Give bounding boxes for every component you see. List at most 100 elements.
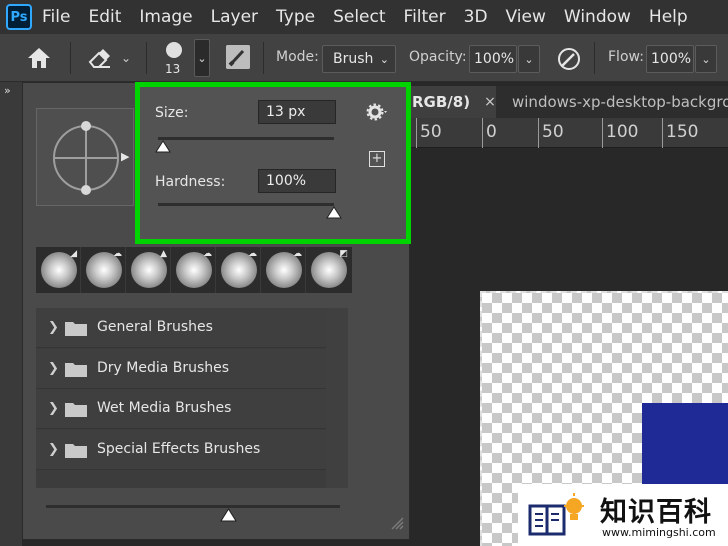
pressure-icon: ◢ xyxy=(70,249,77,259)
menu-layer[interactable]: Layer xyxy=(211,7,258,27)
pressure-opacity-icon[interactable] xyxy=(556,46,582,72)
menu-edit[interactable]: Edit xyxy=(88,7,121,27)
preview-size-slider-thumb[interactable] xyxy=(219,508,237,522)
tab-label: RGB/8) xyxy=(412,93,471,111)
mode-label: Mode: xyxy=(276,49,319,65)
menu-3d[interactable]: 3D xyxy=(464,7,488,27)
brush-tip[interactable]: ☁ xyxy=(216,247,261,293)
ruler-tick xyxy=(538,118,539,148)
folder-general-brushes[interactable]: ❯ General Brushes xyxy=(36,308,326,348)
folder-list-scrollbar[interactable] xyxy=(326,308,348,488)
home-icon[interactable] xyxy=(26,46,52,70)
options-separator xyxy=(263,42,264,74)
tab-label: windows-xp-desktop-backgro xyxy=(512,93,728,111)
chevron-right-icon[interactable]: ❯ xyxy=(48,320,59,335)
brush-tip[interactable]: ☁ xyxy=(171,247,216,293)
hardness-label: Hardness: xyxy=(155,174,226,190)
flow-chevron-down-icon[interactable]: ⌄ xyxy=(695,45,717,73)
brush-angle-preview[interactable] xyxy=(36,108,134,206)
new-preset-button[interactable]: + xyxy=(369,151,385,167)
brush-size-number: 13 xyxy=(165,62,181,76)
options-separator xyxy=(594,42,595,74)
ruler-label: 0 xyxy=(486,122,497,142)
airbrush-icon: ☁ xyxy=(293,249,302,259)
flow-input[interactable]: 100% xyxy=(646,45,694,73)
options-separator xyxy=(70,42,71,74)
menu-file[interactable]: File xyxy=(42,7,70,27)
hardness-input[interactable]: 100% xyxy=(258,169,336,193)
tab-windows-xp-desktop[interactable]: windows-xp-desktop-backgro xyxy=(504,86,728,118)
flow-label: Flow: xyxy=(608,49,644,65)
chevron-right-icon[interactable]: ❯ xyxy=(48,401,59,416)
ruler-tick xyxy=(482,118,483,148)
hardness-slider-track[interactable] xyxy=(158,203,334,206)
eraser-tool-icon[interactable] xyxy=(86,46,114,70)
expand-panel-icon[interactable]: » xyxy=(4,84,11,97)
book-lightbulb-logo-icon xyxy=(528,493,584,536)
ruler-label: 150 xyxy=(666,122,699,142)
menu-type[interactable]: Type xyxy=(276,7,315,27)
folder-wet-media-brushes[interactable]: ❯ Wet Media Brushes xyxy=(36,389,326,429)
tool-preset-chevron-down-icon[interactable]: ⌄ xyxy=(121,51,131,65)
chevron-right-icon[interactable]: ❯ xyxy=(48,361,59,376)
brush-tip[interactable]: ▲ xyxy=(126,247,171,293)
menu-window[interactable]: Window xyxy=(564,7,631,27)
chevron-right-icon[interactable]: ❯ xyxy=(48,442,59,457)
size-slider-track[interactable] xyxy=(158,137,334,140)
photoshop-logo[interactable]: Ps xyxy=(6,4,32,30)
watermark: 知识百科 www.mimingshi.com xyxy=(518,484,728,546)
brush-tip[interactable]: ◩ xyxy=(306,247,351,293)
ruler-tick xyxy=(662,118,663,148)
ruler-label: 100 xyxy=(606,122,639,142)
hardness-slider-thumb[interactable] xyxy=(326,206,342,219)
angle-handle-arrow-icon[interactable]: ▶ xyxy=(121,150,129,163)
menu-help[interactable]: Help xyxy=(649,7,688,27)
menu-bar: Ps File Edit Image Layer Type Select Fil… xyxy=(0,0,728,34)
menu-select[interactable]: Select xyxy=(333,7,385,27)
opacity-label: Opacity: xyxy=(409,49,467,65)
opacity-value: 100% xyxy=(474,51,515,67)
folder-icon xyxy=(65,322,87,336)
flow-value: 100% xyxy=(651,51,692,67)
brush-preview-icon[interactable] xyxy=(166,42,182,58)
folder-icon xyxy=(65,363,87,377)
resize-grip-icon[interactable] xyxy=(390,516,404,530)
tab-close-icon[interactable]: × xyxy=(484,94,496,110)
folder-special-effects-brushes[interactable]: ❯ Special Effects Brushes xyxy=(36,430,326,470)
triangle-icon: ▲ xyxy=(160,249,167,259)
options-bar: ⌄ 13 ⌄ Mode: Brush ⌄ Opacity: 100% ⌄ Flo… xyxy=(0,34,728,82)
recent-brush-tips: ◢ ☁ ▲ ☁ ☁ ☁ ◩ xyxy=(36,247,352,293)
size-label: Size: xyxy=(155,105,189,121)
options-separator xyxy=(146,42,147,74)
folder-icon xyxy=(65,444,87,458)
folder-label: Wet Media Brushes xyxy=(97,400,232,416)
gear-icon[interactable] xyxy=(366,103,390,121)
size-value: 13 px xyxy=(266,104,306,120)
menu-view[interactable]: View xyxy=(506,7,546,27)
mode-select[interactable]: Brush ⌄ xyxy=(322,45,396,73)
brush-settings-panel-icon[interactable] xyxy=(226,45,250,69)
opacity-input[interactable]: 100% xyxy=(469,45,517,73)
ruler-tick xyxy=(602,118,603,148)
ruler-label: 50 xyxy=(420,122,442,142)
brush-tip[interactable]: ☁ xyxy=(261,247,306,293)
brush-stroke-icon: ◩ xyxy=(339,249,348,259)
watermark-url: www.mimingshi.com xyxy=(602,526,716,539)
menu-filter[interactable]: Filter xyxy=(404,7,446,27)
size-input[interactable]: 13 px xyxy=(258,100,336,124)
horizontal-ruler[interactable]: 50 0 50 100 150 xyxy=(408,118,728,148)
size-slider-thumb[interactable] xyxy=(155,140,172,153)
tab-active-document[interactable]: RGB/8) × xyxy=(408,86,496,118)
brush-picker-chevron-down-icon[interactable]: ⌄ xyxy=(194,39,210,77)
tools-panel: » xyxy=(0,82,22,546)
watermark-title: 知识百科 xyxy=(600,497,712,528)
preview-size-slider-track[interactable] xyxy=(46,505,340,508)
brush-tip[interactable]: ◢ xyxy=(36,247,81,293)
menu-image[interactable]: Image xyxy=(139,7,192,27)
mode-chevron-down-icon: ⌄ xyxy=(379,52,389,66)
mode-value: Brush xyxy=(333,51,374,67)
folder-dry-media-brushes[interactable]: ❯ Dry Media Brushes xyxy=(36,349,326,389)
opacity-chevron-down-icon[interactable]: ⌄ xyxy=(518,45,540,73)
folder-icon xyxy=(65,403,87,417)
brush-tip[interactable]: ☁ xyxy=(81,247,126,293)
